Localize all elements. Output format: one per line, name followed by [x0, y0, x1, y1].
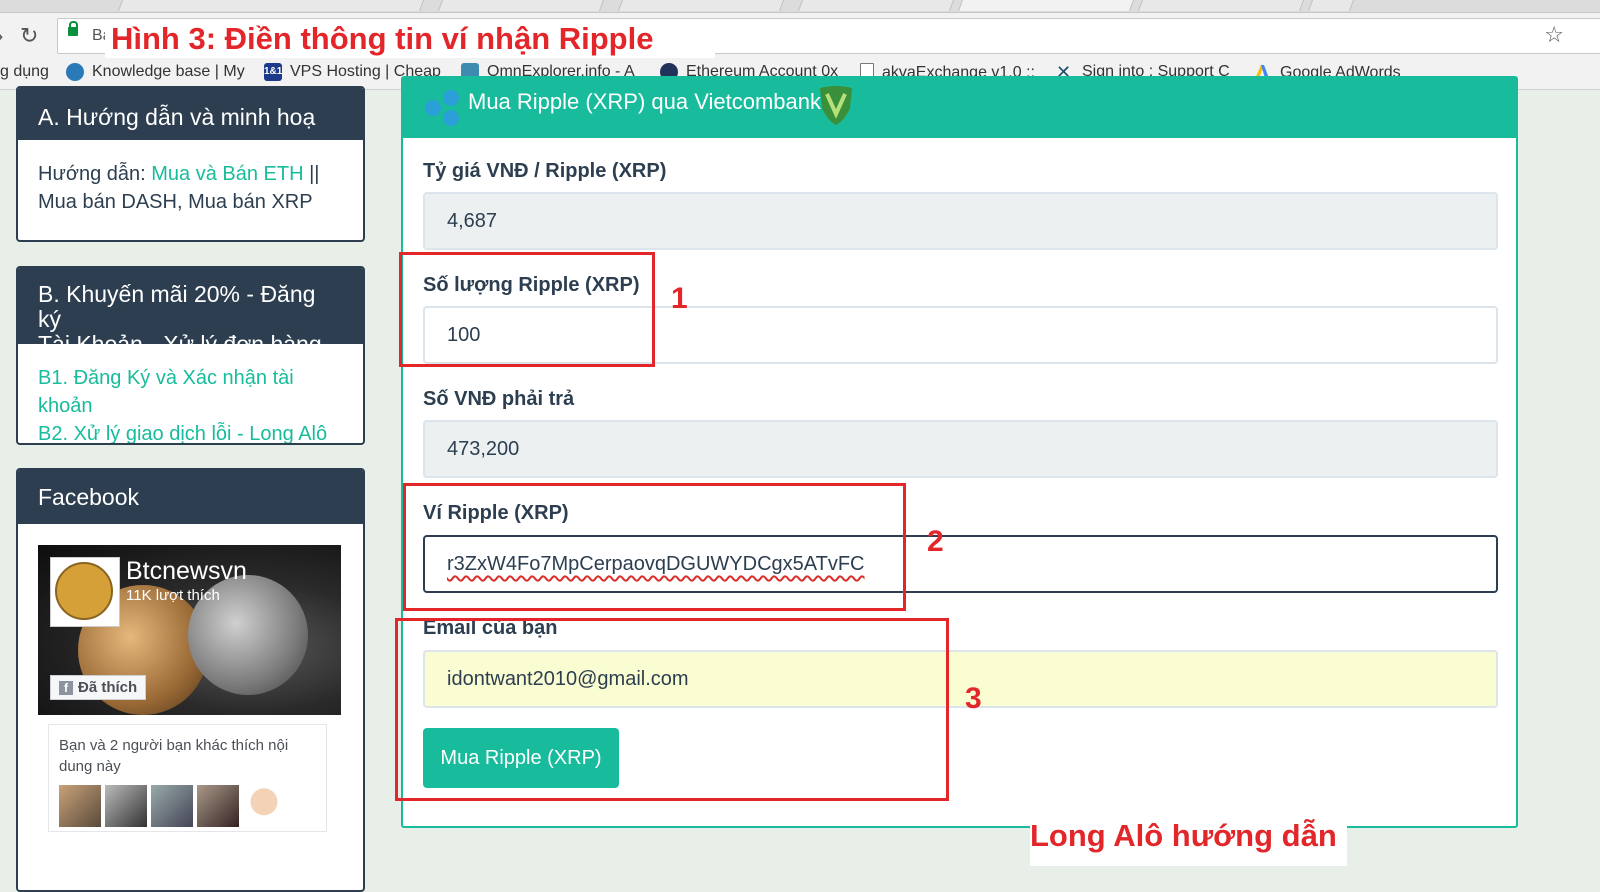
annotation-box-2	[403, 483, 906, 611]
browser-tab[interactable]	[117, 0, 425, 11]
rate-label: Tỷ giá VNĐ / Ripple (XRP)	[423, 160, 667, 182]
promo-link-errors[interactable]: B2. Xử lý giao dịch lỗi - Long Alô	[38, 423, 327, 443]
annotation-number-1: 1	[671, 282, 688, 315]
ripple-logo-icon	[425, 90, 459, 126]
panel-guides-body: Hướng dẫn: Mua và Bán ETH || Mua bán DAS…	[18, 140, 363, 236]
figure-caption: Hình 3: Điền thông tin ví nhận Ripple	[105, 20, 716, 58]
facebook-page-avatar[interactable]	[50, 557, 120, 627]
bookmark-star-icon[interactable]: ☆	[1544, 22, 1564, 48]
lock-icon	[68, 21, 78, 36]
promo-link-register[interactable]: B1. Đăng Ký và Xác nhận tài khoản	[38, 367, 294, 417]
guide-link-eth[interactable]: Mua và Bán ETH	[151, 163, 303, 185]
form-header: Mua Ripple (XRP) qua Vietcombank	[403, 78, 1516, 138]
1and1-icon: 1&1	[264, 63, 282, 81]
panel-promo: B. Khuyến mãi 20% - Đăng ký Tài Khoản - …	[16, 266, 365, 445]
panel-promo-body: B1. Đăng Ký và Xác nhận tài khoản B2. Xử…	[18, 344, 363, 443]
vnd-total-field: 473,200	[423, 420, 1498, 478]
forward-arrow-icon[interactable]: ›	[0, 23, 3, 49]
author-caption: Long Alô hướng dẫn	[1030, 811, 1347, 866]
facebook-f-icon: f	[59, 680, 73, 695]
panel-facebook-title: Facebook	[18, 470, 363, 524]
browser-tab[interactable]	[797, 0, 955, 11]
guide-prefix: Hướng dẫn:	[38, 163, 152, 185]
browser-tab[interactable]	[437, 0, 605, 11]
promo-title-line2: Tài Khoản - Xử lý đơn hàng	[38, 331, 322, 357]
browser-tab-active[interactable]	[957, 0, 1135, 11]
facebook-page-name[interactable]: Btcnewsvn	[126, 557, 247, 586]
reload-icon[interactable]: ↻	[20, 23, 38, 49]
avatar[interactable]	[243, 785, 285, 827]
annotation-box-1	[399, 252, 655, 367]
annotation-number-2: 2	[927, 525, 944, 558]
avatar[interactable]	[105, 785, 147, 827]
form-title: Mua Ripple (XRP) qua Vietcombank	[468, 89, 821, 114]
knowledge-base-icon	[66, 63, 84, 81]
bookmark-knowledge-base[interactable]: Knowledge base | My	[66, 63, 245, 81]
avatar[interactable]	[59, 785, 101, 827]
facebook-likes-count: 11K lượt thích	[126, 587, 220, 604]
annotation-number-3: 3	[965, 682, 982, 715]
facebook-friends-text: Bạn và 2 người bạn khác thích nội dung n…	[59, 737, 289, 775]
facebook-friends-box: Bạn và 2 người bạn khác thích nội dung n…	[48, 724, 327, 832]
avatar[interactable]	[197, 785, 239, 827]
annotation-box-3	[395, 618, 949, 801]
facebook-liked-label: Đã thích	[78, 679, 138, 696]
browser-tab[interactable]	[617, 0, 785, 11]
facebook-page-cover[interactable]: Btcnewsvn 11K lượt thích f Đã thích	[38, 545, 341, 715]
browser-tab[interactable]	[1137, 0, 1305, 11]
vnd-label: Số VNĐ phải trả	[423, 388, 575, 410]
panel-promo-title: B. Khuyến mãi 20% - Đăng ký Tài Khoản - …	[18, 268, 363, 357]
new-tab-button[interactable]	[1307, 0, 1355, 11]
browser-tab-strip	[0, 0, 1600, 13]
promo-title-line1: B. Khuyến mãi 20% - Đăng ký	[38, 281, 316, 332]
bookmark-apps[interactable]: g dụng	[0, 63, 49, 81]
smart-contract-seal-icon	[55, 562, 113, 620]
panel-guides: A. Hướng dẫn và minh hoạ Hướng dẫn: Mua …	[16, 86, 365, 242]
vietcombank-logo-icon	[820, 86, 852, 125]
facebook-liked-button[interactable]: f Đã thích	[50, 675, 147, 700]
rate-field: 4,687	[423, 192, 1498, 250]
friend-avatars	[59, 785, 316, 827]
bookmark-label: g dụng	[0, 63, 49, 80]
bookmark-label: Knowledge base | My	[92, 63, 245, 80]
avatar[interactable]	[151, 785, 193, 827]
panel-guides-title: A. Hướng dẫn và minh hoạ	[18, 88, 363, 140]
